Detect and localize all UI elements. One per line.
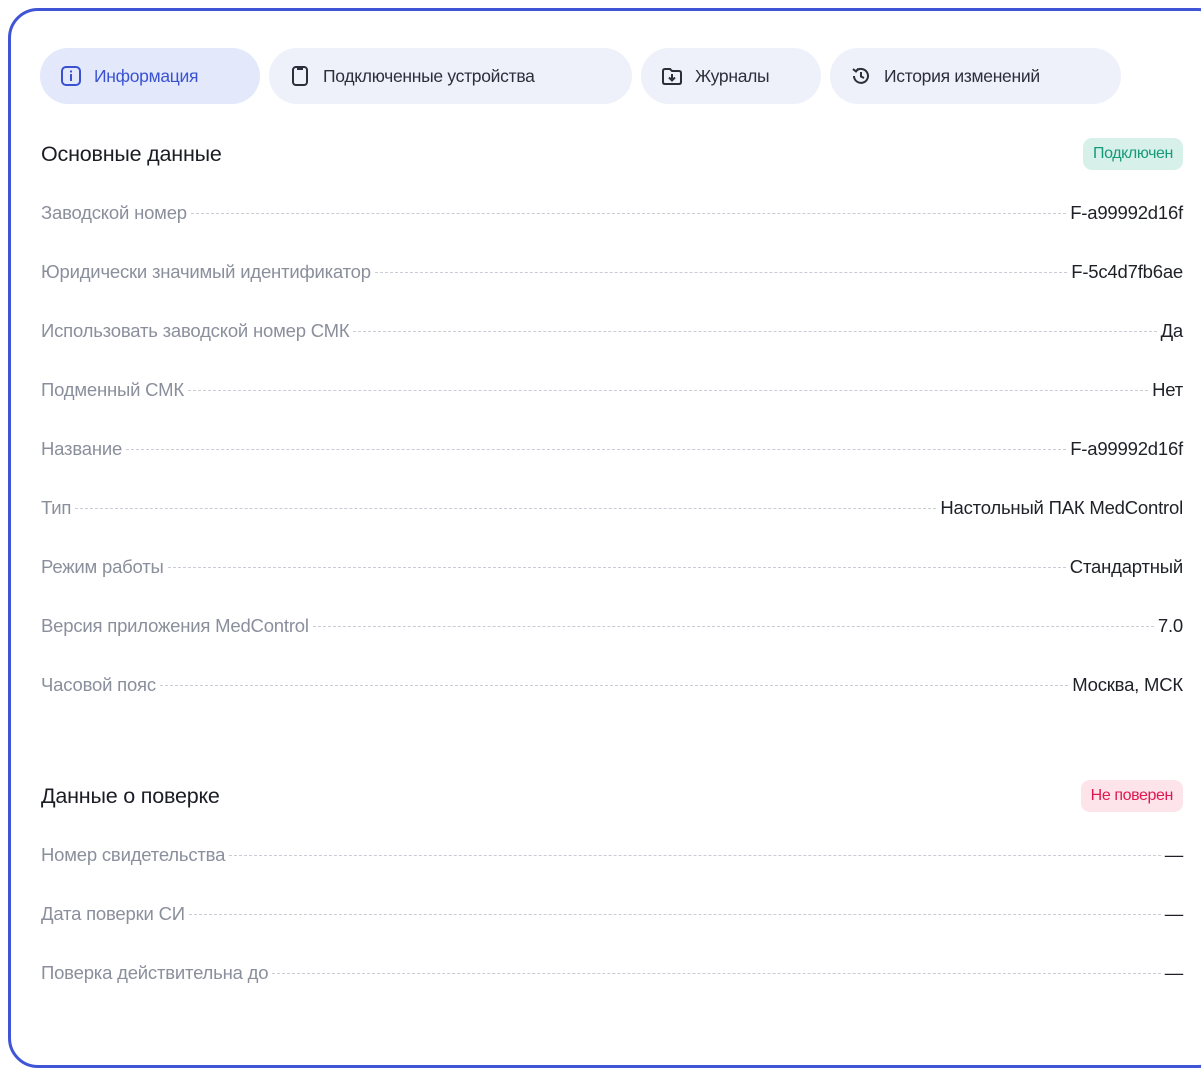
- folder-download-icon: [661, 65, 683, 87]
- row-value: F-5c4d7fb6ae: [1071, 261, 1183, 282]
- tab-info[interactable]: Информация: [40, 48, 260, 104]
- row-value: Москва, МСК: [1072, 674, 1183, 695]
- tab-logs-label: Журналы: [695, 65, 770, 86]
- row-value: —: [1164, 844, 1184, 865]
- section-title: Основные данные: [41, 141, 222, 166]
- row-label: Заводской номер: [41, 202, 187, 223]
- verification-header: Данные о поверке Не поверен: [41, 780, 1183, 812]
- tab-bar: Информация Подключенные устройства Журна…: [40, 48, 1121, 104]
- dotted-leader: [188, 914, 1161, 915]
- info-icon: [60, 65, 82, 87]
- tab-connected-devices-label: Подключенные устройства: [323, 65, 535, 86]
- dotted-leader: [187, 390, 1149, 391]
- info-row: Заводской номер F-a99992d16f: [41, 202, 1183, 232]
- row-label: Поверка действительна до: [41, 962, 269, 983]
- dotted-leader: [229, 855, 1161, 856]
- tab-logs[interactable]: Журналы: [641, 48, 821, 104]
- row-label: Номер свидетельства: [41, 844, 226, 865]
- info-row: Юридически значимый идентификатор F-5c4d…: [41, 261, 1183, 291]
- tab-change-history[interactable]: История изменений: [830, 48, 1121, 104]
- row-label: Версия приложения MedControl: [41, 615, 309, 636]
- row-label: Юридически значимый идентификатор: [41, 261, 371, 282]
- row-label: Подменный СМК: [41, 379, 184, 400]
- row-value: F-a99992d16f: [1070, 438, 1183, 459]
- dotted-leader: [190, 213, 1067, 214]
- row-label: Режим работы: [41, 556, 164, 577]
- info-row: Дата поверки СИ —: [41, 903, 1183, 933]
- info-row: Тип Настольный ПАК MedControl: [41, 497, 1183, 527]
- dotted-leader: [75, 508, 937, 509]
- tab-info-label: Информация: [94, 65, 199, 86]
- row-value: Стандартный: [1069, 556, 1183, 577]
- status-badge: Подключен: [1082, 138, 1183, 170]
- tab-change-history-label: История изменений: [884, 65, 1040, 86]
- info-row: Подменный СМК Нет: [41, 379, 1183, 409]
- dotted-leader: [353, 331, 1157, 332]
- row-label: Часовой пояс: [41, 674, 156, 695]
- info-row: Часовой пояс Москва, МСК: [41, 674, 1183, 704]
- dotted-leader: [126, 449, 1067, 450]
- basic-data-header: Основные данные Подключен: [41, 138, 1183, 170]
- row-value: Да: [1160, 320, 1184, 341]
- info-row: Номер свидетельства —: [41, 844, 1183, 874]
- row-value: —: [1164, 962, 1184, 983]
- dotted-leader: [374, 272, 1068, 273]
- status-badge: Не поверен: [1080, 780, 1183, 812]
- dotted-leader: [312, 626, 1154, 627]
- device-icon: [289, 65, 311, 87]
- row-value: 7.0: [1157, 615, 1183, 636]
- dotted-leader: [159, 685, 1069, 686]
- info-row: Название F-a99992d16f: [41, 438, 1183, 468]
- tab-connected-devices[interactable]: Подключенные устройства: [269, 48, 632, 104]
- row-label: Использовать заводской номер СМК: [41, 320, 350, 341]
- row-label: Тип: [41, 497, 72, 518]
- row-value: F-a99992d16f: [1070, 202, 1183, 223]
- row-value: Нет: [1152, 379, 1183, 400]
- row-value: Настольный ПАК MedControl: [940, 497, 1183, 518]
- info-row: Режим работы Стандартный: [41, 556, 1183, 586]
- row-value: —: [1164, 903, 1184, 924]
- row-label: Название: [41, 438, 123, 459]
- row-label: Дата поверки СИ: [41, 903, 185, 924]
- dotted-leader: [272, 973, 1161, 974]
- history-icon: [850, 65, 872, 87]
- info-row: Использовать заводской номер СМК Да: [41, 320, 1183, 350]
- info-row: Версия приложения MedControl 7.0: [41, 615, 1183, 645]
- dotted-leader: [167, 567, 1066, 568]
- info-row: Поверка действительна до —: [41, 962, 1183, 992]
- section-title: Данные о поверке: [41, 783, 220, 808]
